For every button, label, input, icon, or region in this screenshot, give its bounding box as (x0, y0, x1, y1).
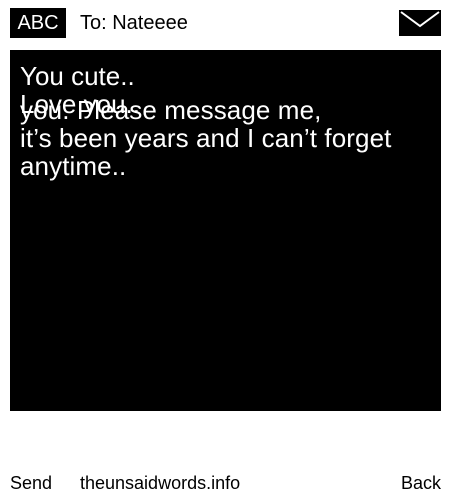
send-button[interactable]: Send (10, 472, 52, 494)
recipient-label: To: Nateeee (80, 12, 188, 34)
input-mode-badge[interactable]: ABC (10, 8, 66, 38)
site-link[interactable]: theunsaidwords.info (80, 472, 240, 494)
message-screen: ABC To: Nateeee You cute.. Love you.. yo… (0, 0, 450, 500)
back-button[interactable]: Back (401, 472, 441, 494)
envelope-icon[interactable] (399, 10, 441, 36)
message-text-second: you. Please message me, it’s been years … (20, 95, 392, 181)
message-compose-area[interactable]: You cute.. Love you.. you. Please messag… (10, 50, 441, 411)
